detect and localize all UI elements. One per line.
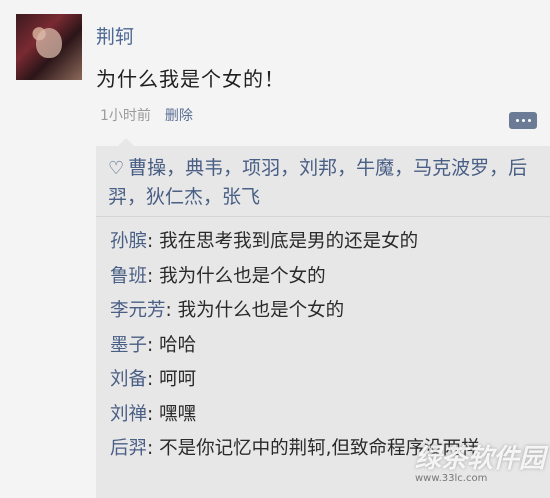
comment-author[interactable]: 鲁班 [110,266,147,287]
comment-author[interactable]: 孙膑 [110,231,147,252]
divider [96,216,550,217]
comment-text: 哈哈 [159,334,197,356]
comment-menu-button[interactable] [509,112,537,129]
watermark: 绿茶软件园 www.33lc.com [415,438,550,498]
comment-author[interactable]: 墨子 [110,335,147,356]
comment-author[interactable]: 刘禅 [110,404,147,425]
comment-list: 孙膑: 我在思考我到底是男的还是女的 鲁班: 我为什么也是个女的 李元芳: 我为… [110,228,480,470]
likes-list: ♡ 曹操，典韦，项羽，刘邦，牛魔，马克波罗，后羿，狄仁杰，张飞 [108,154,538,211]
watermark-text: 绿茶软件园 [415,444,546,474]
watermark-url: www.33lc.com [415,473,488,484]
comment-item[interactable]: 刘备: 呵呵 [110,366,480,401]
comment-text: 嘿嘿 [159,403,197,425]
comment-text: 我为什么也是个女的 [177,300,345,321]
dot-icon [515,119,519,122]
comment-item[interactable]: 孙膑: 我在思考我到底是男的还是女的 [110,228,480,263]
post-username[interactable]: 荆轲 [96,22,134,49]
comment-author[interactable]: 李元芳 [110,300,166,321]
comment-item[interactable]: 刘禅: 嘿嘿 [110,401,480,436]
comment-author[interactable]: 后羿 [110,438,147,459]
likes-names[interactable]: 曹操，典韦，项羽，刘邦，牛魔，马克波罗，后羿，狄仁杰，张飞 [108,157,527,208]
comment-item[interactable]: 墨子: 哈哈 [110,332,480,367]
comment-text: 呵呵 [159,369,197,390]
heart-icon: ♡ [108,158,125,179]
post-time: 1小时前 [100,108,151,124]
comment-item[interactable]: 鲁班: 我为什么也是个女的 [110,263,480,298]
avatar[interactable] [16,14,82,80]
post-meta: 1小时前 删除 [100,105,193,125]
comment-author[interactable]: 刘备 [110,369,147,390]
dot-icon [521,119,525,122]
comment-item[interactable]: 李元芳: 我为什么也是个女的 [110,297,480,332]
dot-icon [527,119,531,122]
comment-text: 我在思考我到底是男的还是女的 [159,231,419,252]
post-text: 为什么我是个女的！ [96,67,285,91]
delete-button[interactable]: 删除 [165,105,193,125]
comment-text: 我为什么也是个女的 [159,265,326,287]
